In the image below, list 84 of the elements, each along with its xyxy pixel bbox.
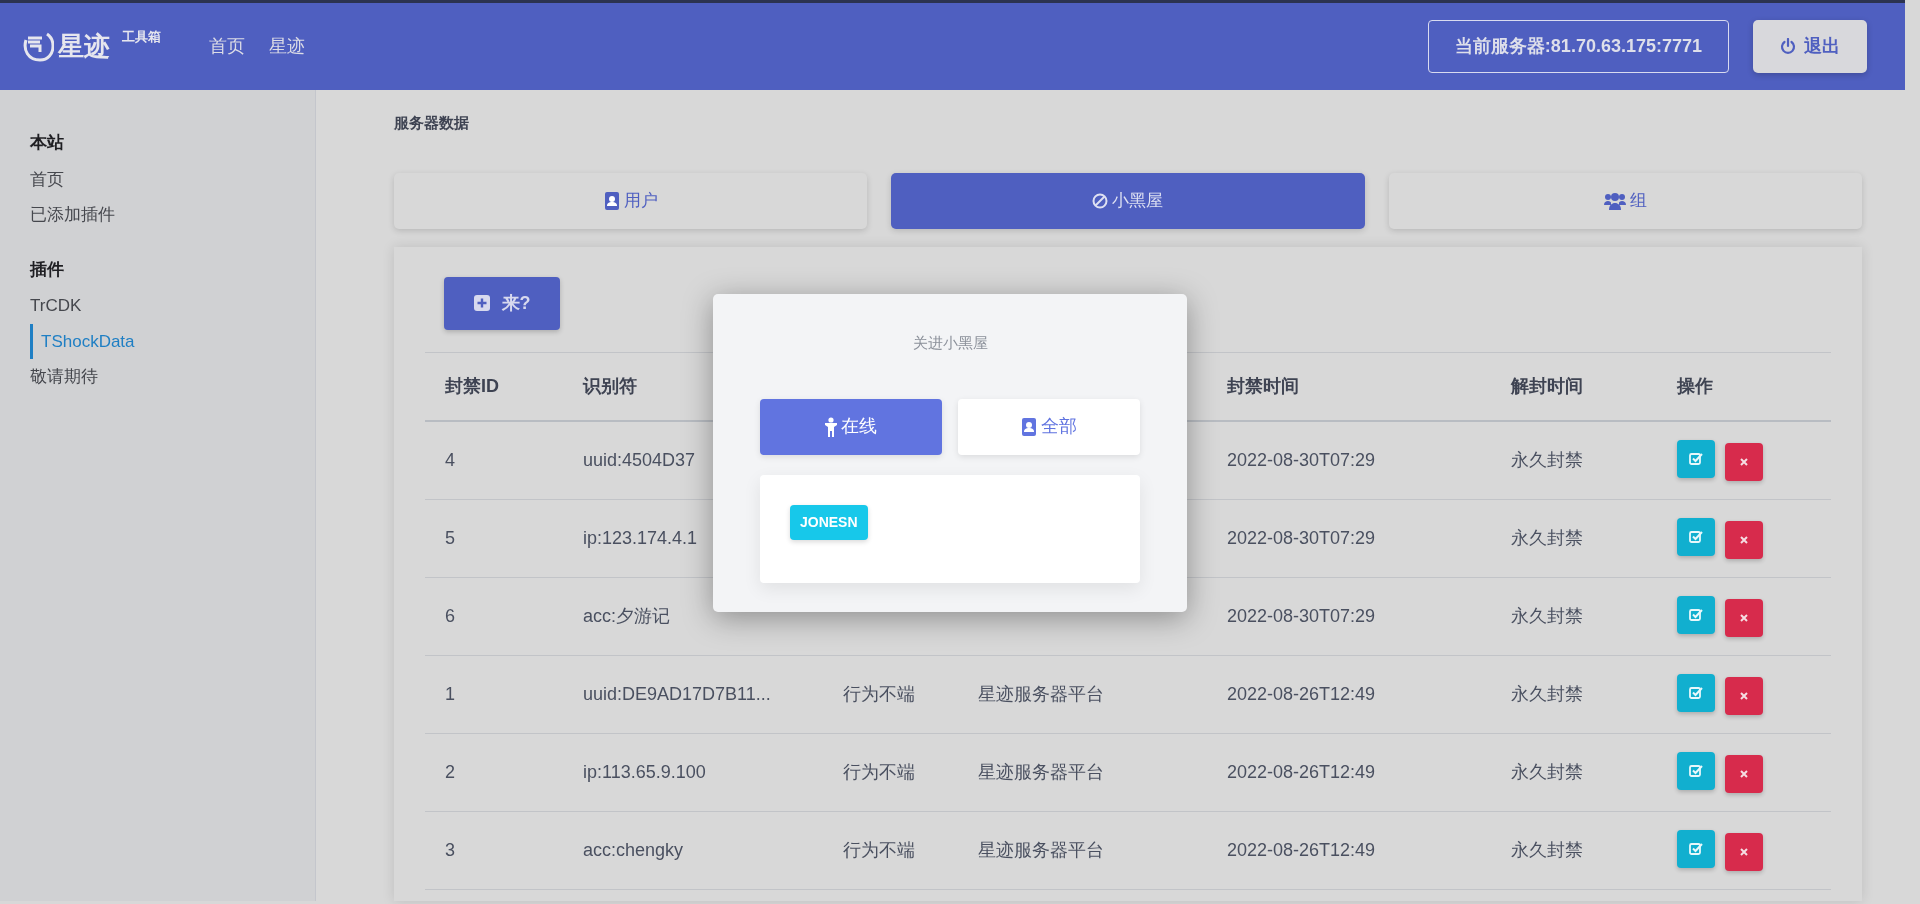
- table-cell: 2022-08-30T07:29: [1207, 577, 1491, 655]
- table-cell: 2022-08-26T12:49: [1207, 733, 1491, 811]
- table-cell: 星迹服务器平台: [958, 733, 1207, 811]
- delete-button[interactable]: [1725, 754, 1763, 793]
- table-cell: 2022-08-30T07:29: [1207, 421, 1491, 499]
- section-heading: 本站: [30, 132, 65, 154]
- checkbox-icon: [1689, 763, 1703, 778]
- sidebar-item[interactable]: 已添加插件: [30, 197, 285, 233]
- checkbox-icon: [1689, 607, 1703, 622]
- filter-button[interactable]: 在线: [760, 398, 942, 455]
- table-cell: 永久封禁: [1491, 655, 1657, 733]
- table-cell: 1: [425, 655, 563, 733]
- column-header: 操作: [1657, 352, 1831, 421]
- table-cell: 2: [425, 733, 563, 811]
- sidebar-item[interactable]: 敬请期待: [30, 359, 285, 395]
- checkbox-icon: [1689, 529, 1703, 544]
- table-cell: 行为不端: [823, 733, 958, 811]
- edit-button[interactable]: [1677, 517, 1715, 556]
- logo-text: 星迹: [58, 30, 110, 63]
- ban-icon: [1092, 192, 1109, 209]
- logout-button[interactable]: 退出: [1753, 20, 1867, 73]
- sidebar-item[interactable]: TShockData: [30, 323, 285, 359]
- table-cell: 5: [425, 499, 563, 577]
- delete-button[interactable]: [1725, 832, 1763, 871]
- table-cell: 星迹服务器平台: [958, 811, 1207, 889]
- table-cell: 行为不端: [823, 655, 958, 733]
- delete-button[interactable]: [1725, 442, 1763, 481]
- table-cell: 星迹服务器平台: [958, 655, 1207, 733]
- table-cell: 2022-08-26T12:49: [1207, 811, 1491, 889]
- table-cell: 3: [425, 811, 563, 889]
- edit-button[interactable]: [1677, 673, 1715, 712]
- modal-title: 关进小黑屋: [911, 333, 989, 353]
- edit-button[interactable]: [1677, 829, 1715, 868]
- table-cell: 2022-08-26T12:49: [1207, 655, 1491, 733]
- column-header: 封禁时间: [1207, 352, 1491, 421]
- checkbox-icon: [1689, 841, 1703, 856]
- tab[interactable]: 组: [1388, 172, 1862, 229]
- delete-button[interactable]: [1725, 676, 1763, 715]
- close-icon: [1740, 457, 1748, 466]
- sidebar-item[interactable]: TrCDK: [30, 288, 285, 324]
- table-cell: 永久封禁: [1491, 421, 1657, 499]
- edit-button[interactable]: [1677, 751, 1715, 790]
- delete-button[interactable]: [1725, 598, 1763, 637]
- delete-button[interactable]: [1725, 520, 1763, 559]
- tab[interactable]: 小黑屋: [891, 172, 1365, 229]
- contact-card-icon: [1021, 417, 1037, 436]
- table-cell: acc:chengky: [563, 811, 823, 889]
- edit-button[interactable]: [1677, 439, 1715, 478]
- column-header: 封禁ID: [425, 352, 563, 421]
- close-icon: [1740, 847, 1748, 856]
- sidebar-item[interactable]: 首页: [30, 161, 285, 197]
- logo-subtitle: 工具箱: [122, 28, 161, 46]
- table-cell: 永久封禁: [1491, 499, 1657, 577]
- group-icon: [1603, 191, 1626, 210]
- section-heading: 插件: [30, 258, 65, 281]
- table-cell: 6: [425, 577, 563, 655]
- contact-card-icon: [603, 191, 620, 210]
- table-cell: ip:113.65.9.100: [563, 733, 823, 811]
- table-cell: 永久封禁: [1491, 577, 1657, 655]
- checkbox-icon: [1689, 451, 1703, 466]
- checkbox-icon: [1689, 685, 1703, 700]
- table-cell: 永久封禁: [1491, 811, 1657, 889]
- close-icon: [1740, 769, 1748, 778]
- nav-link[interactable]: 首页: [209, 33, 245, 60]
- add-button[interactable]: 来?: [444, 276, 560, 330]
- close-icon: [1740, 613, 1748, 622]
- tab[interactable]: 用户: [394, 172, 868, 229]
- column-header: 解封时间: [1491, 352, 1657, 421]
- table-cell: uuid:DE9AD17D7B11...: [563, 655, 823, 733]
- person-icon: [825, 416, 837, 437]
- nav-link[interactable]: 星迹: [269, 33, 305, 60]
- close-icon: [1740, 691, 1748, 700]
- edit-button[interactable]: [1677, 595, 1715, 634]
- logo-icon: [22, 31, 54, 62]
- close-icon: [1740, 535, 1748, 544]
- filter-button[interactable]: 全部: [958, 398, 1140, 455]
- page-title: 服务器数据: [394, 113, 470, 133]
- table-cell: 行为不端: [823, 811, 958, 889]
- server-indicator: 当前服务器:81.70.63.175:7771: [1427, 20, 1729, 73]
- power-icon: [1780, 38, 1796, 55]
- table-cell: 2022-08-30T07:29: [1207, 499, 1491, 577]
- table-cell: 4: [425, 421, 563, 499]
- plus-square-icon: [473, 295, 490, 311]
- table-cell: 永久封禁: [1491, 733, 1657, 811]
